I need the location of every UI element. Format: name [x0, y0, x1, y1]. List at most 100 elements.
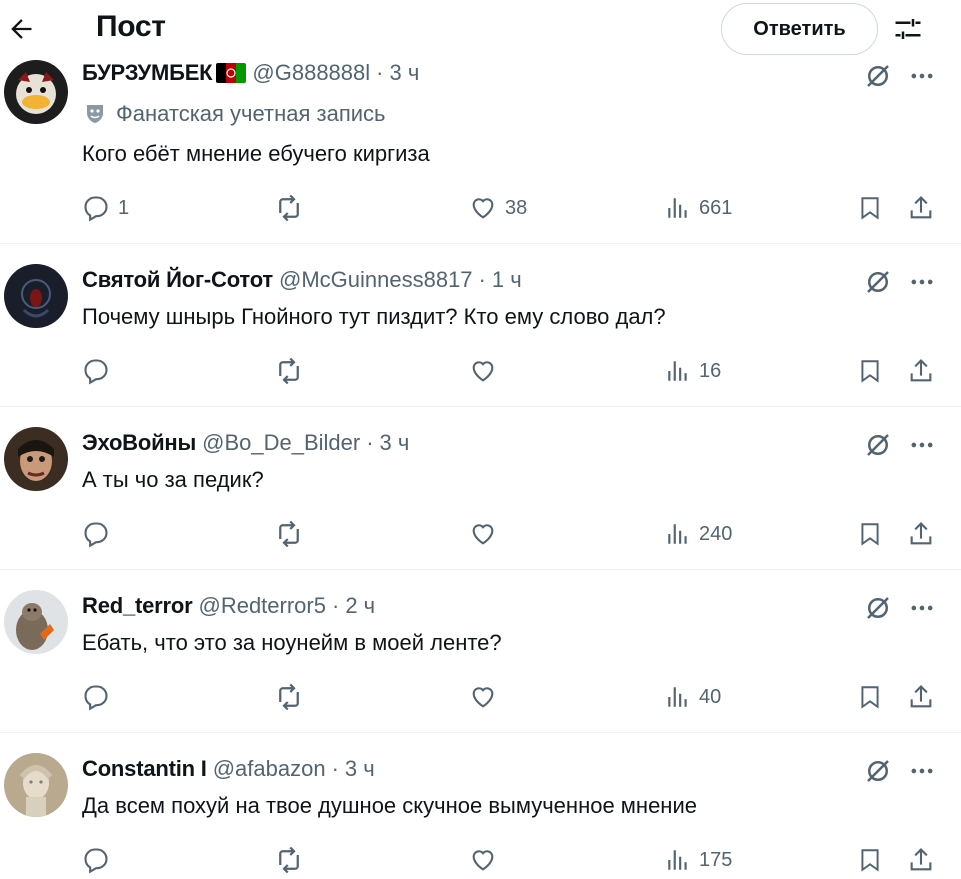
- more-options-button[interactable]: [904, 753, 940, 789]
- reply-count: 1: [118, 196, 130, 219]
- like-button[interactable]: 38: [469, 191, 527, 225]
- reply-tweet[interactable]: Constantin I @afabazon · 3 ч Да всем пох…: [0, 733, 961, 879]
- filter-button[interactable]: [888, 12, 928, 46]
- retweet-button[interactable]: [274, 680, 312, 714]
- user-handle[interactable]: @G888888l: [252, 60, 370, 86]
- display-name[interactable]: БУРЗУМБЕК: [82, 60, 213, 86]
- avatar[interactable]: [4, 753, 68, 817]
- more-options-button[interactable]: [904, 427, 940, 463]
- bookmark-button[interactable]: [857, 191, 883, 225]
- heart-icon: [469, 357, 497, 385]
- avatar[interactable]: [4, 60, 68, 124]
- views-count: 240: [699, 522, 733, 545]
- views-button[interactable]: 16: [665, 354, 721, 388]
- reply-button[interactable]: [82, 354, 118, 388]
- reply-tweet[interactable]: ЭхоВойны @Bo_De_Bilder · 3 ч А ты чо за …: [0, 407, 961, 569]
- views-icon: [665, 684, 691, 710]
- timestamp[interactable]: 3 ч: [380, 430, 410, 456]
- grok-button[interactable]: [860, 590, 896, 626]
- tweet-header: Constantin I @afabazon · 3 ч: [82, 754, 375, 784]
- views-count: 661: [699, 196, 733, 219]
- user-handle[interactable]: @afabazon: [213, 756, 326, 782]
- avatar[interactable]: [4, 427, 68, 491]
- display-name[interactable]: Constantin I: [82, 756, 207, 782]
- occult-avatar-icon: [4, 264, 68, 328]
- retweet-button[interactable]: [274, 517, 312, 551]
- retweet-button[interactable]: [274, 354, 312, 388]
- bookmark-button[interactable]: [857, 354, 883, 388]
- bookmark-button[interactable]: [857, 517, 883, 551]
- face-avatar-icon: [4, 427, 68, 491]
- heart-icon: [469, 683, 497, 711]
- user-handle[interactable]: @Bo_De_Bilder: [202, 430, 360, 456]
- display-name[interactable]: Red_terror: [82, 593, 193, 619]
- like-button[interactable]: [469, 843, 505, 877]
- reply-icon: [82, 520, 110, 548]
- views-button[interactable]: 175: [665, 843, 732, 877]
- grok-button[interactable]: [860, 753, 896, 789]
- share-icon: [907, 846, 935, 874]
- bookmark-icon: [857, 521, 883, 547]
- bookmark-icon: [857, 358, 883, 384]
- heart-icon: [469, 194, 497, 222]
- avatar[interactable]: [4, 590, 68, 654]
- bookmark-button[interactable]: [857, 843, 883, 877]
- share-button[interactable]: [907, 191, 935, 225]
- tweet-actions: 1 38 661: [0, 191, 961, 225]
- more-options-button[interactable]: [904, 58, 940, 94]
- reply-tweet[interactable]: Red_terror @Redterror5 · 2 ч Ебать, что …: [0, 570, 961, 732]
- grok-icon: [867, 65, 889, 87]
- grok-button[interactable]: [860, 427, 896, 463]
- grok-button[interactable]: [860, 58, 896, 94]
- theater-mask-icon: [82, 101, 108, 127]
- fan-account-label: Фанатская учетная запись: [82, 100, 386, 128]
- reply-tweet[interactable]: Святой Йог-Сотот @McGuinness8817 · 1 ч П…: [0, 244, 961, 406]
- tweet-text: Почему шнырь Гнойного тут пиздит? Кто ем…: [82, 304, 666, 329]
- views-button[interactable]: 240: [665, 517, 732, 551]
- page-title: Пост: [96, 10, 166, 43]
- views-count: 40: [699, 685, 722, 708]
- display-name[interactable]: ЭхоВойны: [82, 430, 196, 456]
- share-button[interactable]: [907, 680, 935, 714]
- more-options-button[interactable]: [904, 264, 940, 300]
- bookmark-icon: [857, 195, 883, 221]
- heart-icon: [469, 846, 497, 874]
- separator-dot: ·: [331, 593, 340, 618]
- back-button[interactable]: [4, 12, 38, 46]
- more-icon: [911, 768, 933, 774]
- reply-button[interactable]: [82, 843, 118, 877]
- timestamp[interactable]: 3 ч: [389, 60, 419, 86]
- bookmark-icon: [857, 684, 883, 710]
- more-options-button[interactable]: [904, 590, 940, 626]
- tweet-text: Кого ебёт мнение ебучего киргиза: [82, 141, 430, 166]
- timestamp[interactable]: 3 ч: [345, 756, 375, 782]
- like-button[interactable]: [469, 354, 505, 388]
- reply-button[interactable]: [82, 517, 118, 551]
- bookmark-button[interactable]: [857, 680, 883, 714]
- reply-button[interactable]: [82, 680, 118, 714]
- retweet-icon: [274, 845, 304, 875]
- share-button[interactable]: [907, 517, 935, 551]
- timestamp[interactable]: 1 ч: [492, 267, 522, 293]
- reply-icon: [82, 357, 110, 385]
- retweet-button[interactable]: [274, 191, 312, 225]
- statue-avatar-icon: [4, 753, 68, 817]
- like-button[interactable]: [469, 517, 505, 551]
- grok-button[interactable]: [860, 264, 896, 300]
- retweet-icon: [274, 356, 304, 386]
- user-handle[interactable]: @Redterror5: [198, 593, 326, 619]
- share-button[interactable]: [907, 843, 935, 877]
- display-name[interactable]: Святой Йог-Сотот: [82, 267, 273, 293]
- reply-icon: [82, 194, 110, 222]
- like-button[interactable]: [469, 680, 505, 714]
- reply-button[interactable]: 1: [82, 191, 129, 225]
- avatar[interactable]: [4, 264, 68, 328]
- share-button[interactable]: [907, 354, 935, 388]
- timestamp[interactable]: 2 ч: [345, 593, 375, 619]
- tweet-header: БУРЗУМБЕК @G888888l · 3 ч: [82, 58, 419, 88]
- retweet-button[interactable]: [274, 843, 312, 877]
- views-button[interactable]: 40: [665, 680, 721, 714]
- reply-button[interactable]: Ответить: [721, 3, 878, 55]
- user-handle[interactable]: @McGuinness8817: [279, 267, 473, 293]
- views-button[interactable]: 661: [665, 191, 732, 225]
